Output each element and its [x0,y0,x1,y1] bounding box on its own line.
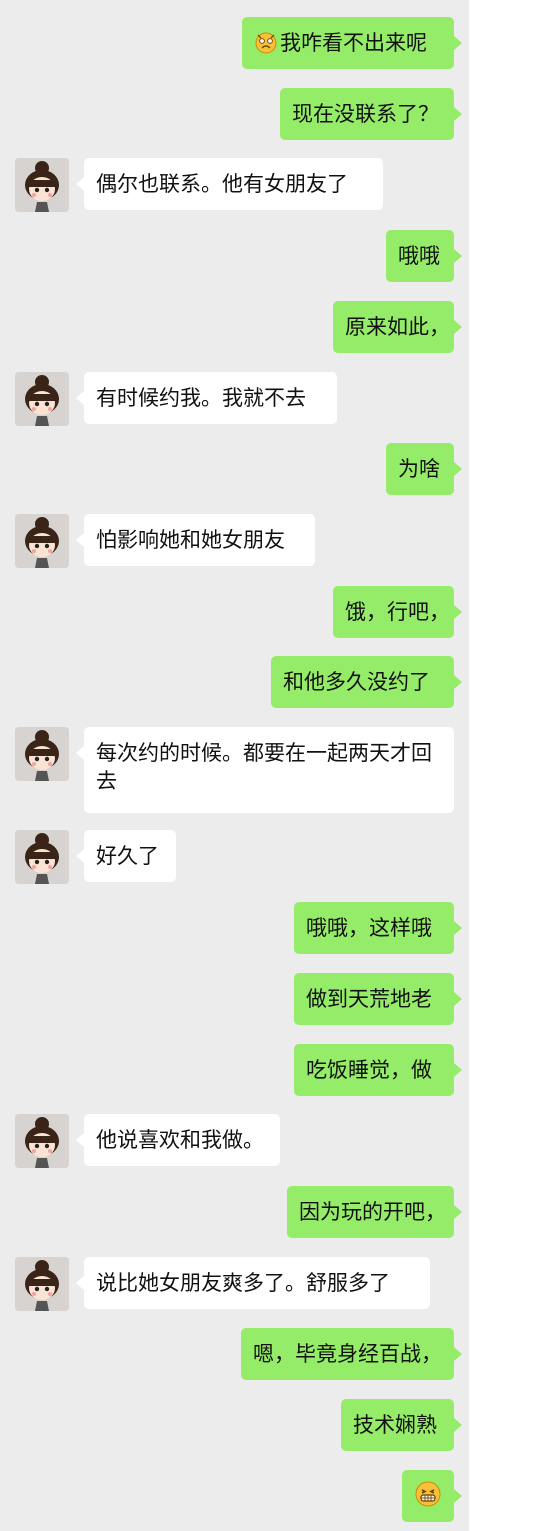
grin-face-emoji-icon [414,1480,442,1515]
message-text: 为啥 [398,457,440,481]
message-text: 现在没联系了？ [292,102,439,126]
message-text: 我咋看不出来呢 [280,31,427,55]
message-bubble[interactable]: 偶尔也联系。他有女朋友了 [76,158,383,210]
message-text: 哦哦，这样哦 [306,916,432,940]
message-text: 原来如此， [345,315,450,339]
message-bubble[interactable] [402,1470,462,1522]
contact-avatar[interactable] [15,830,69,884]
message-bubble[interactable]: 技术娴熟 [341,1399,462,1451]
message-bubble[interactable]: 有时候约我。我就不去 [76,372,337,424]
message-text: 技术娴熟 [353,1413,437,1437]
message-text: 每次约的时候。都要在一起两天才回去 [96,741,432,793]
message-text: 怕影响她和她女朋友 [96,528,285,552]
contact-avatar[interactable] [15,514,69,568]
message-text: 嗯，毕竟身经百战， [253,1342,442,1366]
message-bubble[interactable]: 做到天荒地老 [294,973,462,1025]
message-text: 他说喜欢和我做。 [96,1128,264,1152]
message-text: 好久了 [96,844,159,868]
message-bubble[interactable]: 哦哦，这样哦 [294,902,462,954]
sob-face-emoji-icon [254,30,278,61]
contact-avatar[interactable] [15,372,69,426]
message-text: 吃饭睡觉，做 [306,1058,432,1082]
message-bubble[interactable]: 嗯，毕竟身经百战， [241,1328,462,1380]
contact-avatar[interactable] [15,158,69,212]
message-bubble[interactable]: 和他多久没约了 [271,656,462,708]
message-bubble[interactable]: 原来如此， [333,301,462,353]
message-bubble[interactable]: 好久了 [76,830,176,882]
message-text: 和他多久没约了 [283,670,430,694]
message-bubble[interactable]: 吃饭睡觉，做 [294,1044,462,1096]
message-bubble[interactable]: 每次约的时候。都要在一起两天才回去 [76,727,454,813]
message-bubble[interactable]: 怕影响她和她女朋友 [76,514,315,566]
message-bubble[interactable]: 他说喜欢和我做。 [76,1114,280,1166]
message-bubble[interactable]: 我咋看不出来呢 [242,17,462,69]
message-text: 饿，行吧， [345,600,450,624]
message-text: 哦哦 [398,244,440,268]
message-bubble[interactable]: 现在没联系了？ [280,88,462,140]
message-text: 说比她女朋友爽多了。舒服多了 [96,1271,390,1295]
message-bubble[interactable]: 因为玩的开吧， [287,1186,462,1238]
message-text: 偶尔也联系。他有女朋友了 [96,172,348,196]
message-text: 有时候约我。我就不去 [96,386,306,410]
contact-avatar[interactable] [15,1114,69,1168]
message-text: 做到天荒地老 [306,987,432,1011]
message-bubble[interactable]: 饿，行吧， [333,586,462,638]
contact-avatar[interactable] [15,727,69,781]
message-bubble[interactable]: 哦哦 [386,230,462,282]
message-bubble[interactable]: 为啥 [386,443,462,495]
chat-area[interactable]: 我咋看不出来呢 现在没联系了？ 偶尔也联系。他有女朋友了 哦哦 原来如此， 有时… [0,0,469,1531]
message-text: 因为玩的开吧， [299,1200,446,1224]
message-bubble[interactable]: 说比她女朋友爽多了。舒服多了 [76,1257,430,1309]
contact-avatar[interactable] [15,1257,69,1311]
